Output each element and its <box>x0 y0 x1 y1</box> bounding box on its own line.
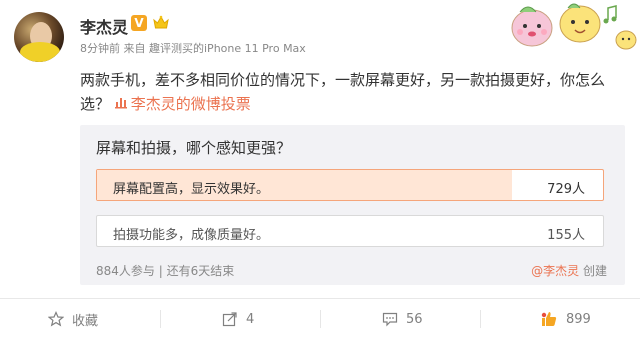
like-button[interactable]: 899 <box>540 309 591 329</box>
poll-option[interactable]: 屏幕配置高，显示效果好。 729人 <box>96 169 604 201</box>
avatar[interactable] <box>14 12 64 62</box>
comment-icon <box>382 312 398 327</box>
action-separator <box>320 310 321 328</box>
avatar-hat <box>20 42 60 62</box>
poll-option-count: 155人 <box>547 228 585 243</box>
comment-button[interactable]: 56 <box>382 309 423 329</box>
poll-creator-suffix: 创建 <box>582 264 607 278</box>
vote-icon <box>114 92 127 116</box>
poll-card: 屏幕和拍摄，哪个感知更强？ 屏幕配置高，显示效果好。 729人 拍摄功能多，成像… <box>80 125 625 285</box>
poll-option-label: 屏幕配置高，显示效果好。 <box>113 182 270 197</box>
action-separator <box>480 310 481 328</box>
forward-icon <box>222 312 237 327</box>
poll-creator-link[interactable]: @李杰灵 <box>531 264 579 278</box>
source-prefix: 来自 <box>123 42 146 55</box>
poll-footer: 884人参与 | 还有6天结束 <box>96 264 235 278</box>
forward-button[interactable]: 4 <box>222 309 254 329</box>
verified-badge-icon: V <box>131 15 147 31</box>
crown-icon <box>153 15 169 29</box>
poll-option-count: 729人 <box>547 182 585 197</box>
post-meta: 8分钟前 来自 趣评测买的iPhone 11 Pro Max <box>80 40 306 56</box>
action-separator <box>160 310 161 328</box>
like-count: 899 <box>566 311 591 327</box>
poll-creator: @李杰灵 创建 <box>531 262 607 279</box>
poll-option[interactable]: 拍摄功能多，成像质量好。 155人 <box>96 215 604 247</box>
action-bar-divider <box>0 298 640 299</box>
forward-count: 4 <box>246 311 255 327</box>
star-icon <box>48 311 64 327</box>
poll-option-label: 拍摄功能多，成像质量好。 <box>113 228 270 243</box>
user-name[interactable]: 李杰灵 <box>80 14 128 38</box>
favorite-button[interactable]: 收藏 <box>48 309 98 329</box>
comment-count: 56 <box>406 311 423 327</box>
post-time[interactable]: 8分钟前 <box>80 42 120 55</box>
vote-link-label: 李杰灵的微博投票 <box>130 95 251 113</box>
poll-question: 屏幕和拍摄，哪个感知更强？ <box>96 139 292 157</box>
thumbs-up-icon <box>541 312 557 326</box>
post-text: 两款手机，差不多相同价位的情况下，一款屏幕更好，另一款拍摄更好，你怎么选？ 李杰… <box>80 68 625 116</box>
post-source[interactable]: 趣评测买的iPhone 11 Pro Max <box>149 42 306 55</box>
vote-link[interactable]: 李杰灵的微博投票 <box>114 92 251 116</box>
sticker-decoration-icon <box>511 3 637 50</box>
favorite-label: 收藏 <box>72 313 99 329</box>
